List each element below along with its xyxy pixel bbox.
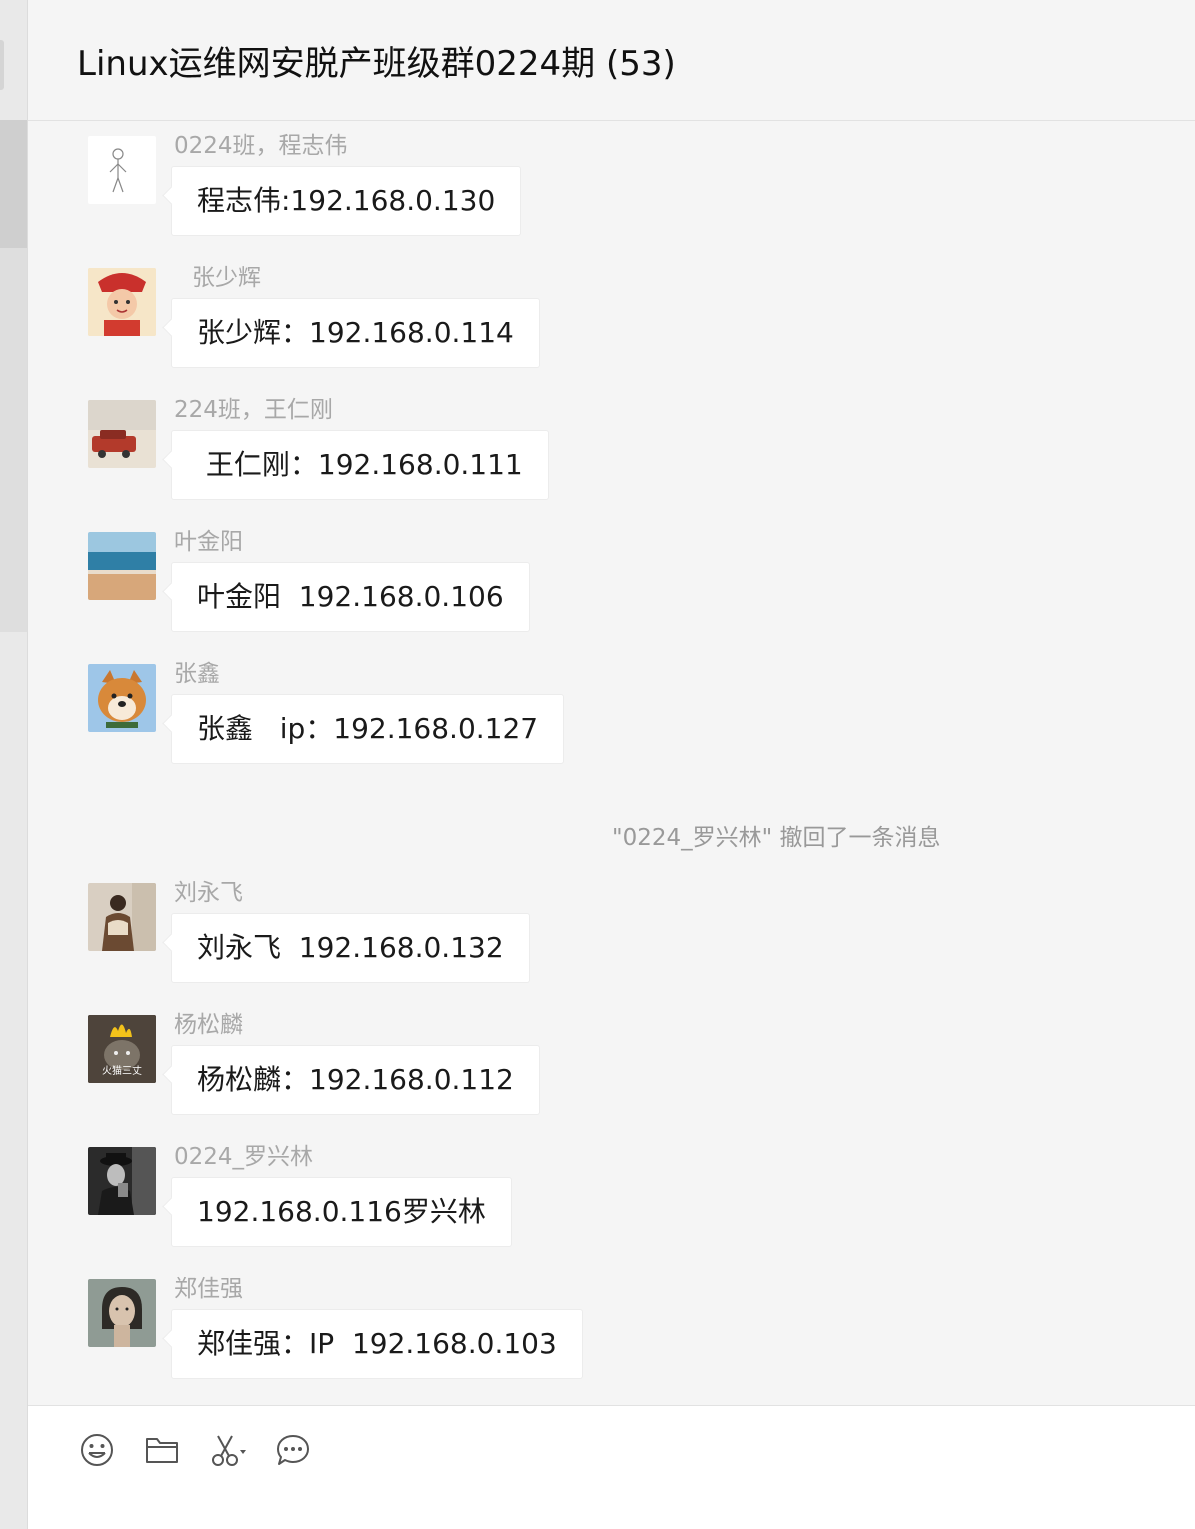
chat-header: Linux运维网安脱产班级群0224期 (53) (28, 0, 1195, 121)
message-bubble[interactable]: 杨松麟：192.168.0.112 (171, 1045, 540, 1115)
recall-notice: "0224_罗兴林" 撤回了一条消息 (612, 825, 941, 851)
cat-fire-avatar[interactable]: 火猫三丈 (88, 1015, 156, 1083)
sender-name: 杨松麟 (174, 1012, 243, 1038)
message-bubble[interactable]: 张少辉：192.168.0.114 (171, 298, 540, 368)
avatar-caption: 火猫三丈 (102, 1066, 142, 1077)
message-item: 0224班，程志伟 程志伟:192.168.0.130 (28, 121, 1195, 251)
sender-name: 叶金阳 (174, 529, 243, 555)
sender-name: 刘永飞 (174, 880, 243, 906)
message-bubble[interactable]: 王仁刚：192.168.0.111 (171, 430, 549, 500)
message-list[interactable]: 0224班，程志伟 程志伟:192.168.0.130 张少辉 张少辉：192.… (28, 121, 1195, 1404)
message-bubble[interactable]: 刘永飞 192.168.0.132 (171, 913, 530, 983)
portrait-avatar[interactable] (88, 1279, 156, 1347)
message-item: 224班，王仁刚 王仁刚：192.168.0.111 (28, 385, 1195, 515)
cartoon-boy-avatar[interactable] (88, 268, 156, 336)
message-item: 郑佳强 郑佳强：IP 192.168.0.103 (28, 1264, 1195, 1394)
message-item: 0224_罗兴林 192.168.0.116罗兴林 (28, 1132, 1195, 1262)
emoji-icon[interactable] (77, 1430, 117, 1470)
sender-name: 郑佳强 (174, 1276, 243, 1302)
message-bubble[interactable]: 程志伟:192.168.0.130 (171, 166, 522, 236)
message-bubble[interactable]: 郑佳强：IP 192.168.0.103 (171, 1309, 583, 1379)
person-coat-avatar[interactable] (88, 883, 156, 951)
chat-title[interactable]: Linux运维网安脱产班级群0224期 (53) (77, 36, 676, 85)
message-item: 张鑫 张鑫 ip：192.168.0.127 (28, 649, 1195, 779)
red-car-avatar[interactable] (88, 400, 156, 468)
chat-bubble-icon[interactable] (273, 1430, 313, 1470)
scissors-icon[interactable] (208, 1430, 248, 1470)
message-bubble[interactable]: 叶金阳 192.168.0.106 (171, 562, 530, 632)
message-input-area[interactable] (28, 1405, 1195, 1529)
sender-name: 张少辉 (192, 265, 261, 291)
sender-name: 224班，王仁刚 (174, 397, 333, 423)
message-item: 张少辉 张少辉：192.168.0.114 (28, 253, 1195, 383)
sender-name: 0224班，程志伟 (174, 133, 348, 159)
message-item: 叶金阳 叶金阳 192.168.0.106 (28, 517, 1195, 647)
sidebar-edge-tab[interactable] (0, 40, 4, 90)
message-item: 刘永飞 刘永飞 192.168.0.132 (28, 868, 1195, 998)
folder-icon[interactable] (142, 1430, 182, 1470)
sender-name: 张鑫 (174, 661, 220, 687)
shiba-dog-avatar[interactable] (88, 664, 156, 732)
message-bubble[interactable]: 192.168.0.116罗兴林 (171, 1177, 512, 1247)
message-item: 火猫三丈 杨松麟 杨松麟：192.168.0.112 (28, 1000, 1195, 1130)
sketch-person-avatar[interactable] (88, 136, 156, 204)
session-list-track (0, 248, 27, 632)
message-bubble[interactable]: 张鑫 ip：192.168.0.127 (171, 694, 565, 764)
left-sidebar-strip (0, 0, 28, 1529)
sender-name: 0224_罗兴林 (174, 1144, 314, 1170)
beach-avatar[interactable] (88, 532, 156, 600)
hat-man-avatar[interactable] (88, 1147, 156, 1215)
session-list-scrollbar[interactable] (0, 120, 27, 248)
